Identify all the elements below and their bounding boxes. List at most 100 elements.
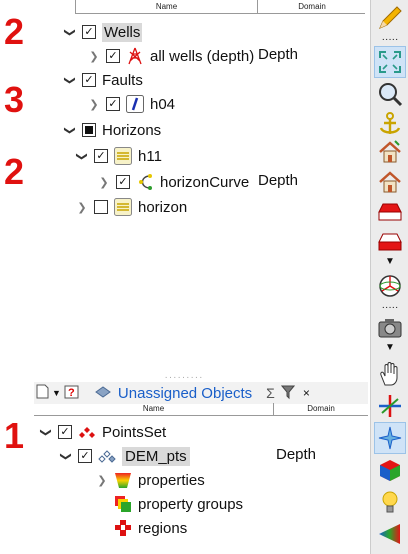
- checkbox-pointsset[interactable]: ✓: [58, 425, 72, 439]
- color-triangle-icon[interactable]: [374, 518, 406, 550]
- chevron-right-icon[interactable]: ❯: [88, 98, 100, 111]
- checkbox-horizon-curve[interactable]: ✓: [116, 175, 130, 189]
- splitter-handle[interactable]: ·········: [0, 373, 368, 383]
- tree-label: h04: [150, 95, 176, 113]
- top-tree-column-header: Name Domain: [75, 0, 365, 14]
- tree-row-horizon[interactable]: ❯ horizon: [76, 195, 187, 219]
- hand-icon[interactable]: [374, 358, 406, 390]
- tree-row-dem-pts[interactable]: ❯ ✓ DEM_pts: [60, 444, 190, 468]
- sphere-icon[interactable]: [374, 270, 406, 302]
- tree-row-horizons[interactable]: ❯ Horizons: [64, 118, 162, 142]
- tree-row-property-groups[interactable]: property groups: [114, 492, 243, 516]
- annotation-2-top: 2: [4, 11, 25, 52]
- box-top-icon[interactable]: [374, 196, 406, 228]
- points-icon: [98, 447, 116, 465]
- tree-label: horizonCurve: [160, 173, 250, 191]
- panel-title: Unassigned Objects: [117, 384, 253, 402]
- compass-icon[interactable]: [374, 422, 406, 454]
- chevron-right-icon[interactable]: ❯: [76, 201, 88, 214]
- annotation-1: 1: [4, 415, 25, 456]
- tree-row-h04[interactable]: ❯ ✓ h04: [88, 92, 175, 116]
- tree-label: horizon: [138, 198, 188, 216]
- checkbox-horizon[interactable]: [94, 200, 108, 214]
- tree-row-wells[interactable]: ❯ ✓ Wells: [64, 20, 143, 44]
- home-arrow-icon[interactable]: [374, 136, 406, 168]
- tree-row-pointsset[interactable]: ❯ ✓ PointsSet: [40, 420, 167, 444]
- tree-label: all wells (depth): [150, 47, 255, 65]
- horizon-icon: [114, 198, 132, 216]
- chevron-down-icon[interactable]: ❯: [64, 74, 77, 86]
- tree-label: properties: [138, 471, 205, 489]
- name-column-header[interactable]: Name: [34, 403, 274, 416]
- cube-icon[interactable]: [374, 454, 406, 486]
- dropdown-arrow-icon[interactable]: ▼: [371, 342, 408, 353]
- tree-row-all-wells[interactable]: ❯ ✓ all wells (depth): [88, 44, 254, 68]
- tree-row-horizon-curve[interactable]: ❯ ✓ horizonCurve: [98, 170, 249, 194]
- tree-label: PointsSet: [102, 423, 167, 441]
- chevron-right-icon[interactable]: ❯: [98, 176, 110, 189]
- domain-value: Depth: [258, 172, 299, 189]
- checkbox-wells[interactable]: ✓: [82, 25, 96, 39]
- name-column-header[interactable]: Name: [76, 0, 258, 14]
- curve-icon: [136, 173, 154, 191]
- dropdown-arrow-icon[interactable]: ▼: [52, 388, 61, 398]
- chevron-down-icon[interactable]: ❯: [40, 426, 53, 438]
- points-icon: [78, 423, 96, 441]
- tree-label: property groups: [138, 495, 244, 513]
- bulb-icon[interactable]: [374, 486, 406, 518]
- chevron-right-icon[interactable]: ❯: [96, 474, 108, 487]
- tree-label: regions: [138, 519, 188, 537]
- new-document-icon[interactable]: [36, 384, 49, 402]
- unassigned-icon: [94, 384, 112, 403]
- chevron-down-icon[interactable]: ❯: [76, 150, 89, 162]
- chevron-down-icon[interactable]: ❯: [64, 26, 77, 38]
- domain-column-header[interactable]: Domain: [258, 0, 366, 14]
- box-bottom-icon[interactable]: [374, 226, 406, 258]
- zoom-icon[interactable]: [374, 78, 406, 110]
- checkbox-all-wells[interactable]: ✓: [106, 49, 120, 63]
- pencil-icon[interactable]: [374, 2, 406, 34]
- tree-label: DEM_pts: [122, 446, 190, 466]
- domain-value: Depth: [276, 446, 317, 463]
- chevron-down-icon[interactable]: ❯: [60, 450, 73, 462]
- tree-label: Horizons: [102, 121, 162, 139]
- checkbox-horizons[interactable]: [82, 123, 96, 137]
- tree-row-faults[interactable]: ❯ ✓ Faults: [64, 68, 143, 92]
- svg-text:?: ?: [68, 387, 75, 399]
- domain-value: Depth: [258, 46, 299, 63]
- dropdown-arrow-icon[interactable]: ▼: [371, 256, 408, 267]
- sigma-icon[interactable]: Σ: [266, 385, 275, 401]
- dots-icon: ·····: [381, 34, 399, 45]
- camera-icon[interactable]: [374, 312, 406, 344]
- horizon-icon: [114, 147, 132, 165]
- close-icon[interactable]: ×: [303, 386, 310, 400]
- regions-icon: [114, 519, 132, 537]
- unassigned-toolbar: ▼ ? Unassigned Objects Σ ×: [34, 382, 368, 404]
- properties-icon: [114, 471, 132, 489]
- filter-icon[interactable]: [280, 384, 295, 403]
- checkbox-dem-pts[interactable]: ✓: [78, 449, 92, 463]
- domain-column-header[interactable]: Domain: [274, 403, 368, 416]
- annotation-2-bottom: 2: [4, 151, 25, 192]
- annotation-3: 3: [4, 79, 25, 120]
- fault-icon: [126, 95, 144, 113]
- property-groups-icon: [114, 495, 132, 513]
- cross-icon[interactable]: [374, 390, 406, 422]
- tree-label: Faults: [102, 71, 143, 89]
- chevron-down-icon[interactable]: ❯: [64, 124, 77, 136]
- tree-row-regions[interactable]: regions: [114, 516, 187, 540]
- tree-label: h11: [138, 147, 162, 165]
- right-toolbar: ····· ▼ ····· ▼: [370, 0, 408, 554]
- tree-row-properties[interactable]: ❯ properties: [96, 468, 205, 492]
- checkbox-h11[interactable]: ✓: [94, 149, 108, 163]
- well-icon: [126, 47, 144, 65]
- home-icon[interactable]: [374, 166, 406, 198]
- chevron-right-icon[interactable]: ❯: [88, 50, 100, 63]
- checkbox-h04[interactable]: ✓: [106, 97, 120, 111]
- unassigned-column-header: Name Domain: [34, 403, 368, 416]
- tree-label: Wells: [102, 22, 143, 42]
- checkbox-faults[interactable]: ✓: [82, 73, 96, 87]
- help-icon[interactable]: ?: [64, 384, 80, 403]
- tree-row-h11[interactable]: ❯ ✓ h11: [76, 144, 162, 168]
- fit-view-icon[interactable]: [374, 46, 406, 78]
